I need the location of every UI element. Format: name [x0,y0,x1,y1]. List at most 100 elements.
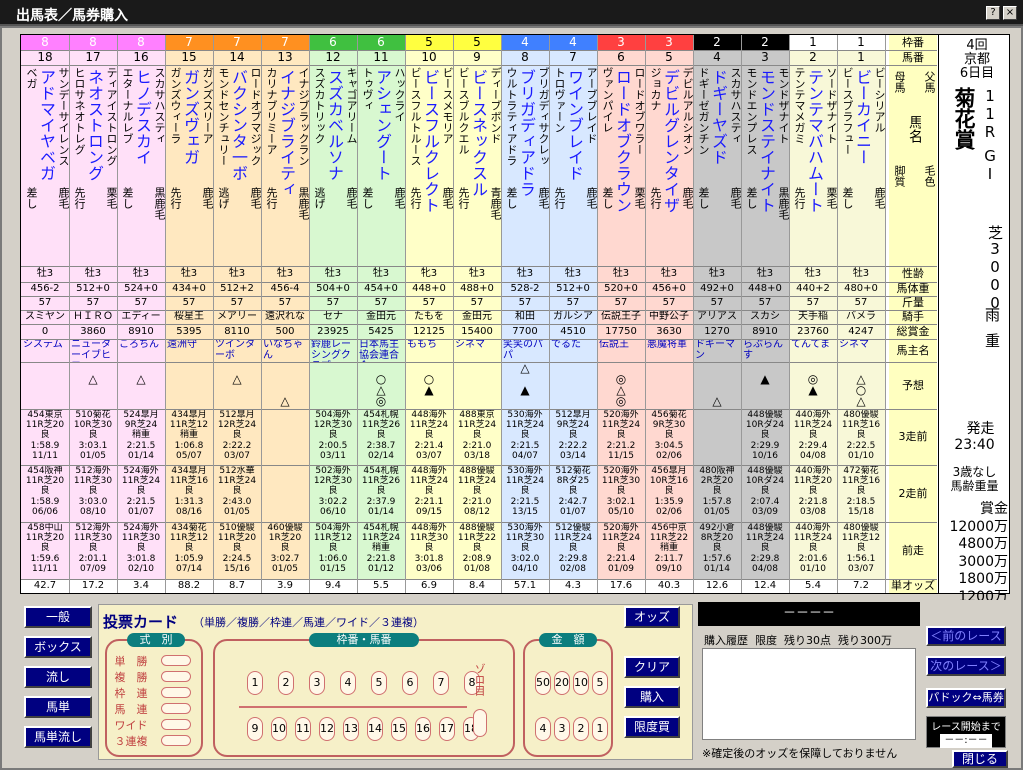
horse-name[interactable]: アドマイヤベガ [37,69,56,181]
umaban-button[interactable]: 12 [319,717,335,741]
win-odds: 42.7 [33,580,57,591]
horse-name[interactable]: スズカベルソナ [325,69,344,181]
close-window-button[interactable]: × [1003,6,1017,20]
horse-name[interactable]: ワインブレイド [565,69,584,181]
action-button[interactable]: 限度買 [624,716,680,738]
horse-name[interactable]: イナジブライティ [277,69,296,197]
umaban-button[interactable]: 16 [415,717,431,741]
shiki-option-button[interactable] [161,687,191,698]
action-button[interactable]: クリア [624,656,680,678]
amount-button[interactable]: 1 [592,717,608,741]
prediction-mark [741,396,789,407]
horse-name[interactable]: モンドステイナイト [757,69,776,213]
amount-button[interactable]: 10 [573,671,589,695]
action-button[interactable]: 購入 [624,686,680,708]
horse-name[interactable]: バクシンタ一ボ [229,69,248,181]
race-conditions2: 馬齢重量 [950,479,999,493]
father-name: キャゴアリーム [345,67,357,144]
horse-name[interactable]: ドギーヤズド [709,69,728,165]
amount-button[interactable]: 3 [554,717,570,741]
coat-color: 鹿毛 [345,187,357,209]
zorome-button[interactable] [473,709,487,737]
waku-cell: 1 [837,35,885,50]
help-button[interactable]: ? [986,6,1000,20]
horse-name[interactable]: テンテマバハムート [805,69,824,213]
umaban-button[interactable]: 13 [343,717,359,741]
shiki-option-button[interactable] [161,719,191,730]
next-race-button[interactable]: 次のレース＞ [926,656,1006,676]
horse-name[interactable]: ビースフルクレクト [421,69,440,213]
umaban-button[interactable]: 6 [402,671,418,695]
cell-jockey: 金田元 [366,311,396,322]
owner-name: いなちゃん [263,339,303,361]
owner-name: でるた [551,339,581,350]
amount-button[interactable]: 20 [554,671,570,695]
horse-name[interactable]: ブリガディアドラ [517,69,536,197]
past-race-r2: 448優駿 10Rダ24 良 2:07.4 03/09 [745,466,785,517]
shiki-option-label: 枠 連 [114,687,148,700]
cell-jockey: セナ [323,311,343,322]
amount-button[interactable]: 5 [592,671,608,695]
prediction-mark [645,374,693,385]
coat-color: 青鹿毛 [489,187,501,220]
shiki-option-button[interactable] [161,655,191,666]
amount-button[interactable]: 50 [535,671,551,695]
action-button[interactable]: オッズ [624,606,680,628]
horse-grid: 1 1 ビーシリアル ビースブラフュー ビーカイニー 差し 鹿毛 牡3 480+0 57 バメラ 42… [21,35,937,593]
umaban-cell: 7 [569,50,577,64]
bet-type-button[interactable]: ボックス [24,636,92,658]
bet-type-button[interactable]: 流し [24,666,92,688]
umaban-button[interactable]: 14 [367,717,383,741]
umaban-button[interactable]: 9 [247,717,263,741]
past-race-r1: 504海外 11R芝12 良 1:06.0 01/15 [313,523,353,574]
cell-kinryo: 57 [662,297,676,308]
bet-type-button[interactable]: 一般 [24,606,92,628]
coat-color: 鹿毛 [57,187,69,209]
father-name: ロードオブマジック [249,67,261,166]
horse-name[interactable]: ロードオブクラウン [613,69,632,213]
paddock-toggle-button[interactable]: パドック⇔馬券 [926,688,1006,708]
umaban-button[interactable]: 15 [391,717,407,741]
amount-button[interactable]: 4 [535,717,551,741]
umaban-button[interactable]: 3 [309,671,325,695]
horse-name[interactable]: ネオストロング [85,69,104,181]
horse-name[interactable]: ヒノデスカイ [133,69,152,165]
umaban-button[interactable]: 10 [271,717,287,741]
running-style: 差し [25,187,37,209]
ticket-title: 投票カード [103,613,179,631]
umaban-button[interactable]: 11 [295,717,311,741]
close-button[interactable]: 閉じる [952,750,1008,768]
horse-name[interactable]: アシェングート [373,69,392,181]
father-name: ビースメモリア [441,67,453,144]
shiki-option-button[interactable] [161,735,191,746]
history-list[interactable] [702,648,916,740]
row-label-r2: 2走前 [889,465,937,522]
horse-name[interactable]: ビースネックスル [469,69,488,197]
bet-type-button[interactable]: 馬単 [24,696,92,718]
prev-race-button[interactable]: ＜前のレース [926,626,1006,646]
prediction-mark [213,396,261,407]
mother-name: ビースブラフュー [841,67,853,155]
umaban-button[interactable]: 4 [340,671,356,695]
bet-type-button[interactable]: 馬単流し [24,726,92,748]
umaban-button[interactable]: 5 [371,671,387,695]
umaban-button[interactable]: 1 [247,671,263,695]
horse-name[interactable]: ビーカイニー [853,69,872,165]
prize-3: 3000万 [958,553,1008,570]
prediction-marks [645,362,693,409]
horse-name[interactable]: ガンズヴェガ [181,69,200,165]
cell-money: 1270 [704,326,730,337]
cell-seirei: 牡3 [660,268,678,279]
umaban-button[interactable]: 2 [278,671,294,695]
horse-name[interactable]: デビルグレンタイザ [661,69,680,213]
amount-button[interactable]: 2 [573,717,589,741]
shiki-option-button[interactable] [161,703,191,714]
prediction-mark [165,374,213,385]
row-label-r1: 前走 [889,522,937,579]
cell-seirei: 牡3 [228,268,246,279]
umaban-button[interactable]: 7 [433,671,449,695]
prediction-mark [789,396,837,407]
umaban-button[interactable]: 17 [439,717,455,741]
prediction-mark: ▲ [520,383,530,397]
shiki-option-button[interactable] [161,671,191,682]
